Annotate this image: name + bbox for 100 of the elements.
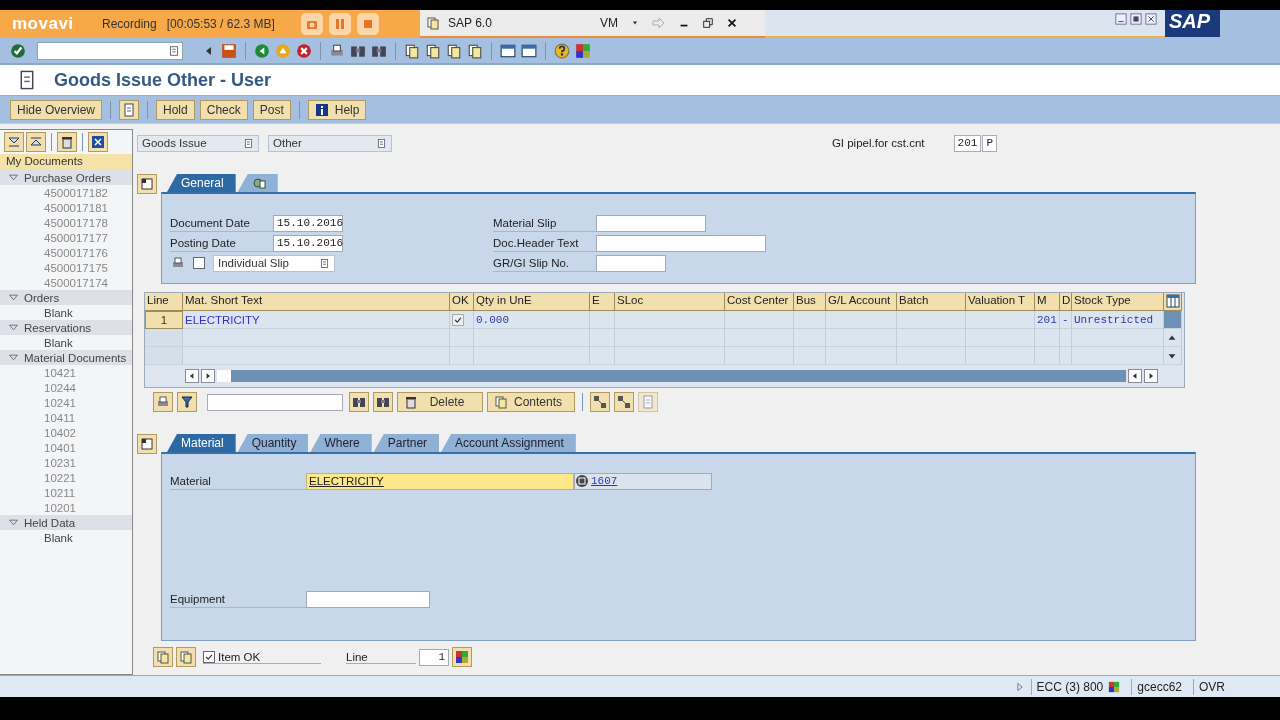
page-icon[interactable] [425, 42, 441, 59]
find-button[interactable] [349, 392, 369, 412]
expand-all-button[interactable] [4, 132, 24, 152]
browser-tab[interactable]: SAP 6.0 [420, 10, 590, 38]
vm-menu[interactable]: VM [600, 16, 618, 30]
tab[interactable]: General [167, 174, 236, 192]
page-icon[interactable] [404, 42, 420, 59]
scroll-button[interactable] [1164, 347, 1182, 365]
help-button[interactable]: Help [307, 99, 367, 120]
find-next-button[interactable] [373, 392, 393, 412]
movement-type-field[interactable]: 201 [953, 134, 982, 152]
collapse-panel-button[interactable] [137, 174, 157, 194]
tree-node[interactable]: Material Documents [0, 350, 132, 365]
table-settings-icon[interactable] [1166, 294, 1180, 308]
column-header[interactable]: D [1060, 293, 1072, 311]
column-header[interactable]: Cost Center [725, 293, 794, 311]
tree-item[interactable]: Blank [0, 305, 132, 320]
close-icon[interactable] [726, 17, 738, 29]
column-header[interactable]: Bus [794, 293, 826, 311]
toolbar-button[interactable]: Contents [487, 392, 576, 412]
text-field[interactable] [596, 214, 706, 232]
close-icon[interactable] [1145, 13, 1157, 25]
column-header[interactable]: SLoc [615, 293, 725, 311]
tab[interactable]: Quantity [237, 434, 309, 452]
slip-dropdown[interactable]: Individual Slip [213, 254, 335, 272]
close-button[interactable] [88, 132, 108, 152]
print-checkbox[interactable] [193, 257, 205, 269]
tab[interactable] [237, 174, 278, 192]
go-to-line-button[interactable] [452, 647, 472, 667]
equipment-field[interactable] [306, 590, 430, 608]
special-stock-field[interactable]: P [982, 134, 997, 152]
print-icon[interactable] [329, 42, 345, 59]
column-header[interactable]: Batch [897, 293, 966, 311]
select-all-button[interactable] [590, 392, 611, 412]
tree-node[interactable]: Orders [0, 290, 132, 305]
material-number-field[interactable]: 1607 [574, 472, 712, 490]
text-field[interactable] [596, 254, 666, 272]
save-icon[interactable] [221, 42, 237, 59]
print-button[interactable] [153, 392, 173, 412]
collapse-panel-button[interactable] [137, 434, 157, 454]
page-icon[interactable] [467, 42, 483, 59]
column-header[interactable]: E [590, 293, 615, 311]
date-field[interactable]: 15.10.2016 [273, 214, 343, 232]
collapse-all-button[interactable] [26, 132, 46, 152]
column-header[interactable]: OK [450, 293, 474, 311]
filter-button[interactable] [177, 392, 197, 412]
line-number[interactable]: 1 [145, 311, 183, 329]
material-field[interactable]: ELECTRICITY [306, 472, 574, 490]
new-document-button[interactable] [119, 99, 140, 120]
cancel-icon[interactable] [296, 42, 312, 59]
minimize-icon[interactable] [1115, 13, 1127, 25]
toolbar-button[interactable]: Delete [397, 392, 483, 412]
column-header[interactable]: Valuation T [966, 293, 1035, 311]
toolbar-button[interactable]: Hide Overview [10, 99, 103, 120]
field-label: GI pipel.for cst.cnt [831, 137, 925, 149]
print-icon[interactable] [171, 256, 185, 270]
date-field[interactable]: 15.10.2016 [273, 234, 343, 252]
layout-icon [455, 650, 469, 664]
item-ok-checkbox[interactable] [203, 650, 215, 663]
tab[interactable]: Where [310, 434, 372, 452]
expand-status-icon[interactable] [1014, 681, 1025, 692]
table-cell [897, 329, 966, 347]
page-icon[interactable] [446, 42, 462, 59]
select-block-button[interactable] [614, 392, 635, 412]
text-field[interactable] [596, 234, 766, 252]
help-icon[interactable] [554, 42, 570, 59]
toolbar-button[interactable]: Hold [156, 99, 195, 120]
trash-button[interactable] [57, 132, 77, 152]
enter-icon[interactable] [10, 42, 26, 59]
command-field[interactable] [37, 41, 183, 60]
line-field[interactable]: 1 [419, 648, 449, 666]
tree-item[interactable]: Blank [0, 530, 132, 545]
scrollbar-thumb[interactable] [1164, 311, 1182, 329]
transaction-dropdown[interactable]: Goods Issue [137, 134, 259, 152]
column-header[interactable]: Qty in UnE [474, 293, 590, 311]
tree-node[interactable]: Reservations [0, 320, 132, 335]
tree-item[interactable]: Blank [0, 335, 132, 350]
restore-icon[interactable] [1130, 13, 1142, 25]
search-field[interactable] [207, 393, 343, 411]
tree-node[interactable]: Held Data [0, 515, 132, 530]
scrollbar[interactable] [217, 370, 1126, 382]
tree-node[interactable]: Purchase Orders [0, 170, 132, 185]
layout-icon[interactable] [575, 42, 591, 59]
tab[interactable]: Material [167, 434, 236, 452]
next-item-button[interactable] [176, 647, 196, 667]
column-header[interactable]: M [1035, 293, 1060, 311]
previous-item-button[interactable] [153, 647, 173, 667]
column-header[interactable]: G/L Account [826, 293, 897, 311]
restore-icon[interactable] [702, 17, 714, 29]
back-icon[interactable] [254, 42, 270, 59]
column-header[interactable]: Stock Type [1072, 293, 1164, 311]
table-cell: - [1060, 311, 1072, 329]
toolbar-button[interactable]: Post [252, 99, 291, 120]
column-header[interactable]: Mat. Short Text [183, 293, 450, 311]
reference-dropdown[interactable]: Other [268, 134, 392, 152]
toolbar-button[interactable]: Check [199, 99, 248, 120]
tab[interactable]: Partner [373, 434, 440, 452]
column-header[interactable]: Line [145, 293, 183, 311]
scroll-button[interactable] [1164, 329, 1182, 347]
tab[interactable]: Account Assignment [441, 434, 576, 452]
